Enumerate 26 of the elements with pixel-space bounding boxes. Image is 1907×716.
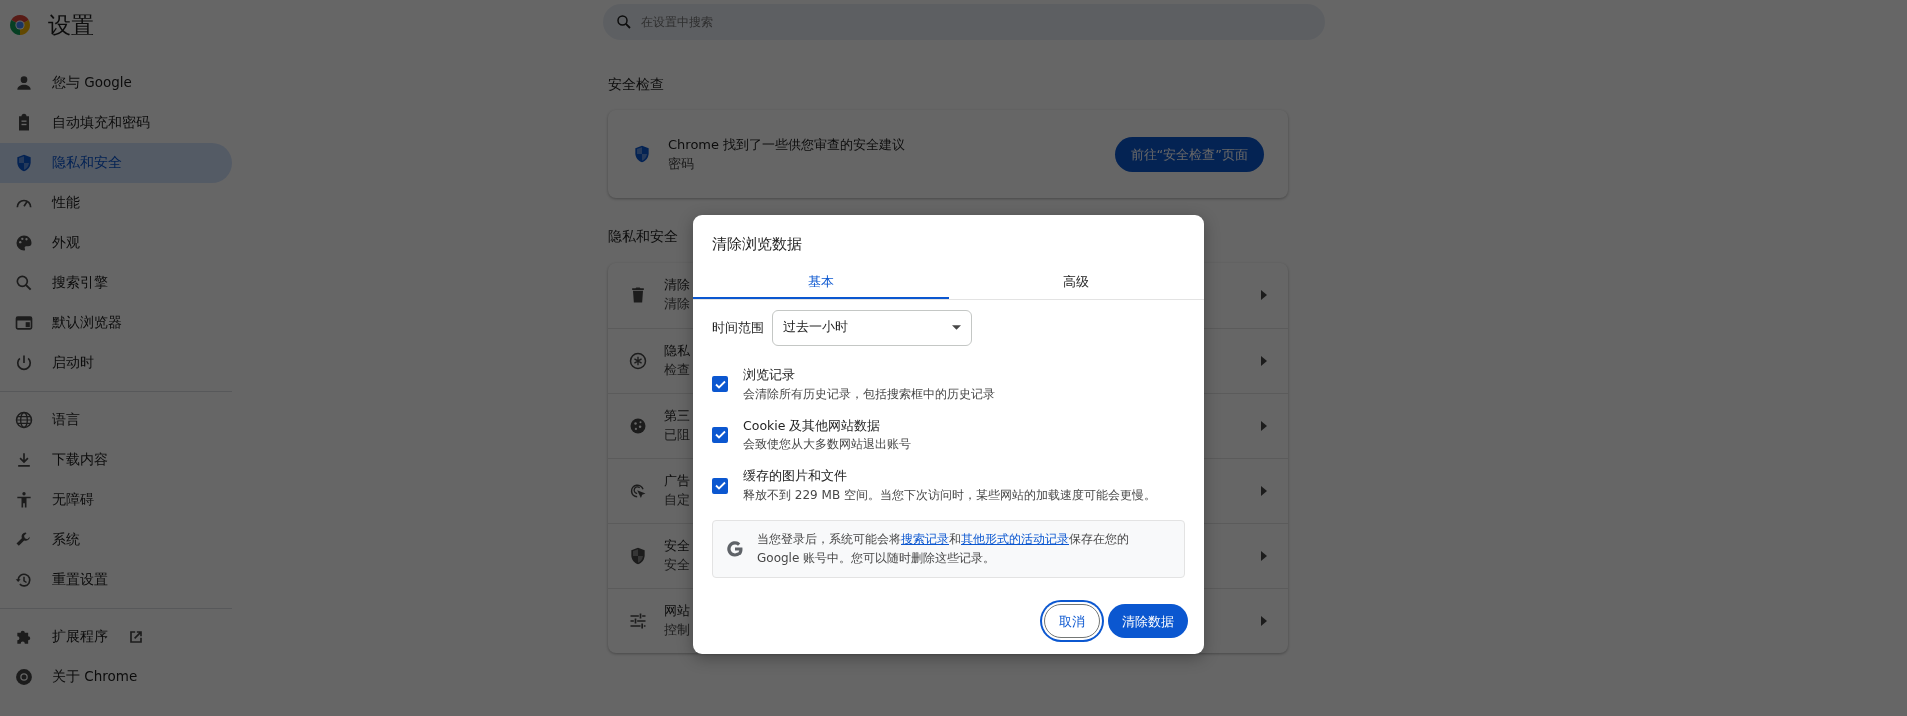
option-description: 会致使您从大多数网站退出账号 <box>743 436 912 454</box>
row-title: 安全 <box>664 536 691 555</box>
row-subtitle: 已阻 <box>664 425 691 444</box>
option-description: 会清除所有历史记录，包括搜索框中的历史记录 <box>743 385 996 403</box>
row-subtitle: 清除 <box>664 295 691 313</box>
page-title: 设置 <box>48 11 94 40</box>
row-title: 广告 <box>664 471 691 490</box>
section-heading: 安全检查 <box>608 76 664 92</box>
option-title: 缓存的图片和文件 <box>743 467 848 486</box>
row-title: 隐私 <box>664 341 691 360</box>
option-title: Cookie 及其他网站数据 <box>743 416 882 435</box>
card-title: Chrome 找到了一些供您审查的安全建议 <box>668 135 907 154</box>
card-subtitle: 密码 <box>668 155 695 174</box>
row-subtitle: 安全 <box>664 555 691 574</box>
section-heading: 隐私和安全 <box>608 228 678 245</box>
info-text: 当您登录后，系统可能会将搜索记录和其他形式的活动记录保存在您的 Google 账号中。您可以随时删除这些记录。 <box>757 531 1130 568</box>
row-subtitle: 控制 <box>664 620 691 639</box>
row-subtitle: 自定 <box>664 490 691 509</box>
field-label: 时间范围 <box>712 319 764 337</box>
row-title: 第三 <box>664 406 691 425</box>
dialog-title: 清除浏览数据 <box>711 235 803 254</box>
option-title: 浏览记录 <box>743 365 796 384</box>
row-title: 清除 <box>664 276 691 295</box>
row-title: 网站 <box>664 601 691 620</box>
row-subtitle: 检查 <box>664 360 691 379</box>
option-description: 释放不到 229 MB 空间。当您下次访问时，某些网站的加载速度可能会更慢。 <box>743 487 1157 504</box>
